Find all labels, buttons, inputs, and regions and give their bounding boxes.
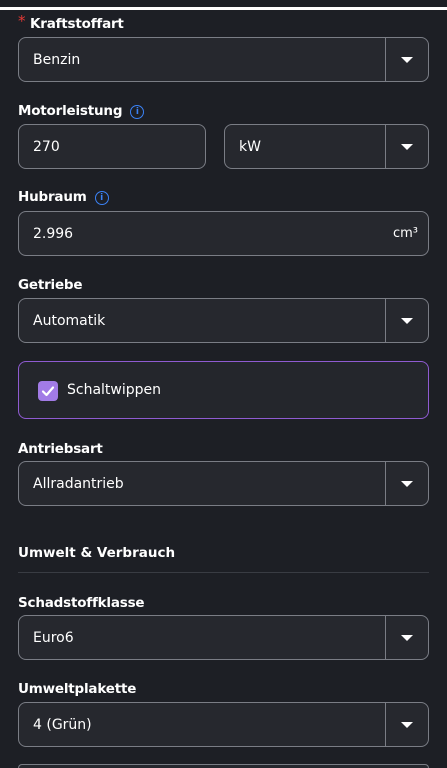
leistung-unit-value: kW [239,138,261,155]
kraftstoffart-label: Kraftstoffart [30,16,124,32]
section-divider [18,572,429,573]
getriebe-value: Automatik [33,312,106,329]
kraftstoffart-select[interactable]: Benzin [18,37,429,82]
hubraum-label: Hubraum i [18,189,109,205]
top-divider [0,0,447,10]
check-icon [41,386,55,397]
select-divider [385,703,386,746]
antriebsart-value: Allradantrieb [33,475,124,492]
schaltwippen-option[interactable]: Schaltwippen [18,361,429,419]
info-icon[interactable]: i [130,105,145,119]
hubraum-label-text: Hubraum [18,189,87,205]
schaltwippen-label: Schaltwippen [67,382,162,398]
umweltplakette-value: 4 (Grün) [33,716,92,733]
hubraum-input[interactable]: 2.996 cm³ [18,211,429,256]
chevron-down-icon[interactable] [401,143,413,150]
select-divider [385,299,386,342]
chevron-down-icon[interactable] [401,634,413,641]
select-divider [385,616,386,659]
kraftstoffart-value: Benzin [33,51,81,68]
getriebe-label: Getriebe [18,277,83,293]
select-divider [385,125,386,168]
chevron-down-icon[interactable] [401,317,413,324]
select-divider [385,38,386,81]
next-field-partial[interactable] [18,764,429,768]
info-icon[interactable]: i [94,191,109,205]
schadstoffklasse-label: Schadstoffklasse [18,595,145,611]
section-title-umwelt: Umwelt & Verbrauch [18,545,176,561]
motorleistung-label-text: Motorleistung [18,103,123,119]
chevron-down-icon[interactable] [401,56,413,63]
hubraum-unit: cm³ [392,226,418,241]
schadstoffklasse-value: Euro6 [33,629,74,646]
schadstoffklasse-select[interactable]: Euro6 [18,615,429,660]
antriebsart-select[interactable]: Allradantrieb [18,461,429,506]
hubraum-value: 2.996 [33,225,74,242]
select-divider [385,462,386,505]
required-marker: * [18,12,26,30]
motorleistung-value: 270 [33,138,60,155]
motorleistung-label: Motorleistung i [18,103,145,119]
schaltwippen-checkbox[interactable] [38,381,58,401]
leistung-unit-select[interactable]: kW [224,124,429,169]
getriebe-select[interactable]: Automatik [18,298,429,343]
umweltplakette-label: Umweltplakette [18,681,137,697]
umweltplakette-select[interactable]: 4 (Grün) [18,702,429,747]
antriebsart-label: Antriebsart [18,441,103,457]
chevron-down-icon[interactable] [401,480,413,487]
chevron-down-icon[interactable] [401,721,413,728]
motorleistung-input[interactable]: 270 [18,124,206,169]
